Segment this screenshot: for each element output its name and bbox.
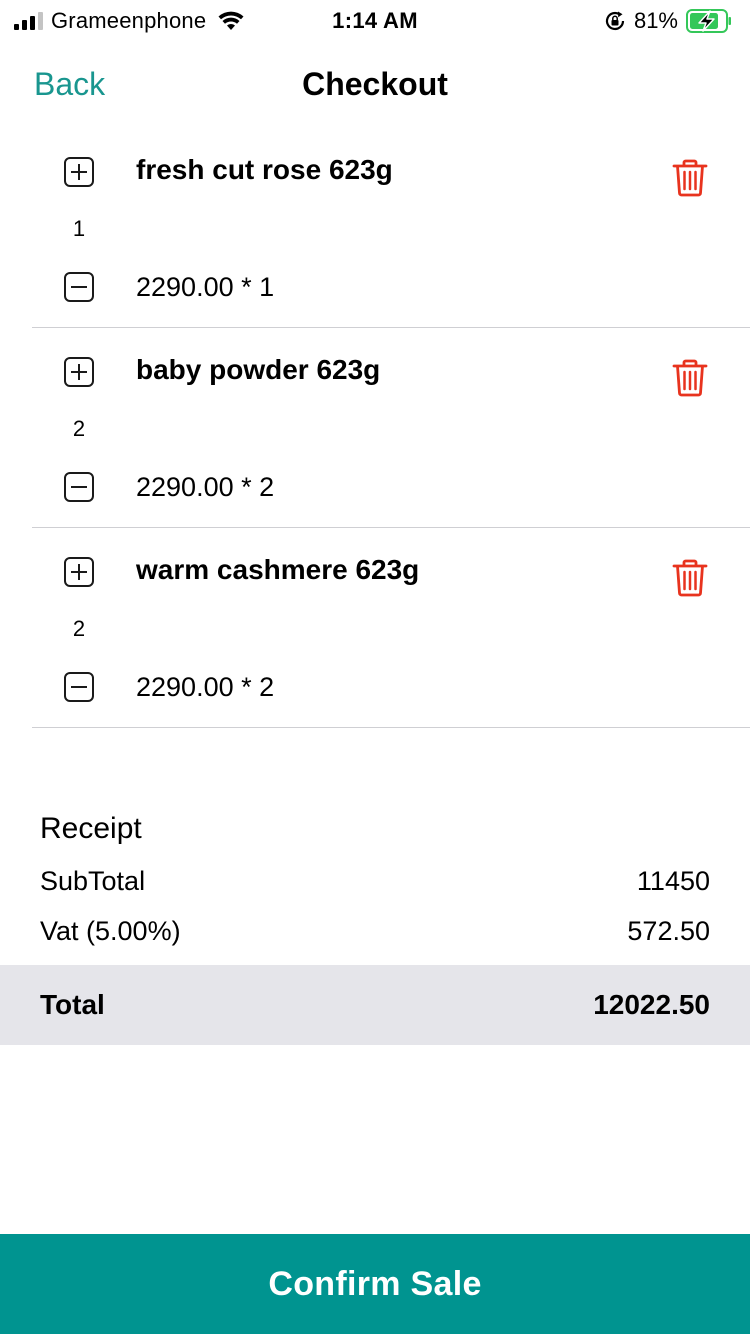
decrease-quantity-button[interactable]: [64, 672, 94, 702]
total-label: Total: [40, 989, 105, 1020]
battery-charging-icon: [686, 9, 731, 33]
cart-item: warm cashmere 623g 2 2290.00 * 2: [32, 528, 750, 728]
item-quantity: 2: [72, 616, 86, 641]
increase-quantity-button[interactable]: [64, 557, 94, 587]
item-name: warm cashmere 623g: [136, 554, 420, 585]
subtotal-row: SubTotal 11450: [40, 866, 710, 897]
battery-percent: 81%: [633, 8, 678, 33]
item-quantity: 1: [72, 216, 86, 241]
total-row: Total 12022.50: [40, 989, 710, 1021]
status-right: 81%: [604, 8, 732, 34]
item-name: baby powder 623g: [136, 354, 381, 385]
item-price: 2290.00 * 2: [136, 672, 275, 702]
subtotal-label: SubTotal: [40, 866, 146, 896]
item-price: 2290.00 * 1: [136, 272, 275, 302]
vat-label: Vat (5.00%): [40, 916, 181, 946]
cart-item: fresh cut rose 623g 1 2290.00 * 1: [32, 128, 750, 328]
cart-list: fresh cut rose 623g 1 2290.00 * 1 baby p…: [0, 128, 750, 728]
cart-item: baby powder 623g 2 2290.00 * 2: [32, 328, 750, 528]
decrease-quantity-button[interactable]: [64, 272, 94, 302]
decrease-quantity-button[interactable]: [64, 472, 94, 502]
delete-item-button[interactable]: [670, 158, 710, 198]
page-title: Checkout: [302, 66, 448, 102]
item-price: 2290.00 * 2: [136, 472, 275, 502]
status-bar: Grameenphone 1:14 AM 81%: [0, 0, 750, 44]
item-name: fresh cut rose 623g: [136, 154, 393, 185]
confirm-sale-button[interactable]: Confirm Sale: [0, 1234, 750, 1334]
subtotal-value: 11450: [636, 866, 710, 896]
orientation-lock-icon: [605, 11, 625, 31]
nav-bar: Back Checkout: [0, 44, 750, 132]
increase-quantity-button[interactable]: [64, 357, 94, 387]
total-value: 12022.50: [593, 989, 710, 1020]
receipt-title: Receipt: [40, 812, 142, 845]
vat-row: Vat (5.00%) 572.50: [40, 916, 710, 947]
delete-item-button[interactable]: [670, 358, 710, 398]
vat-value: 572.50: [627, 916, 710, 946]
item-quantity: 2: [72, 416, 86, 441]
increase-quantity-button[interactable]: [64, 157, 94, 187]
delete-item-button[interactable]: [670, 558, 710, 598]
checkout-screen: Grameenphone 1:14 AM 81% Back Checkout f…: [0, 0, 750, 1334]
total-bar: Total 12022.50: [0, 965, 750, 1045]
